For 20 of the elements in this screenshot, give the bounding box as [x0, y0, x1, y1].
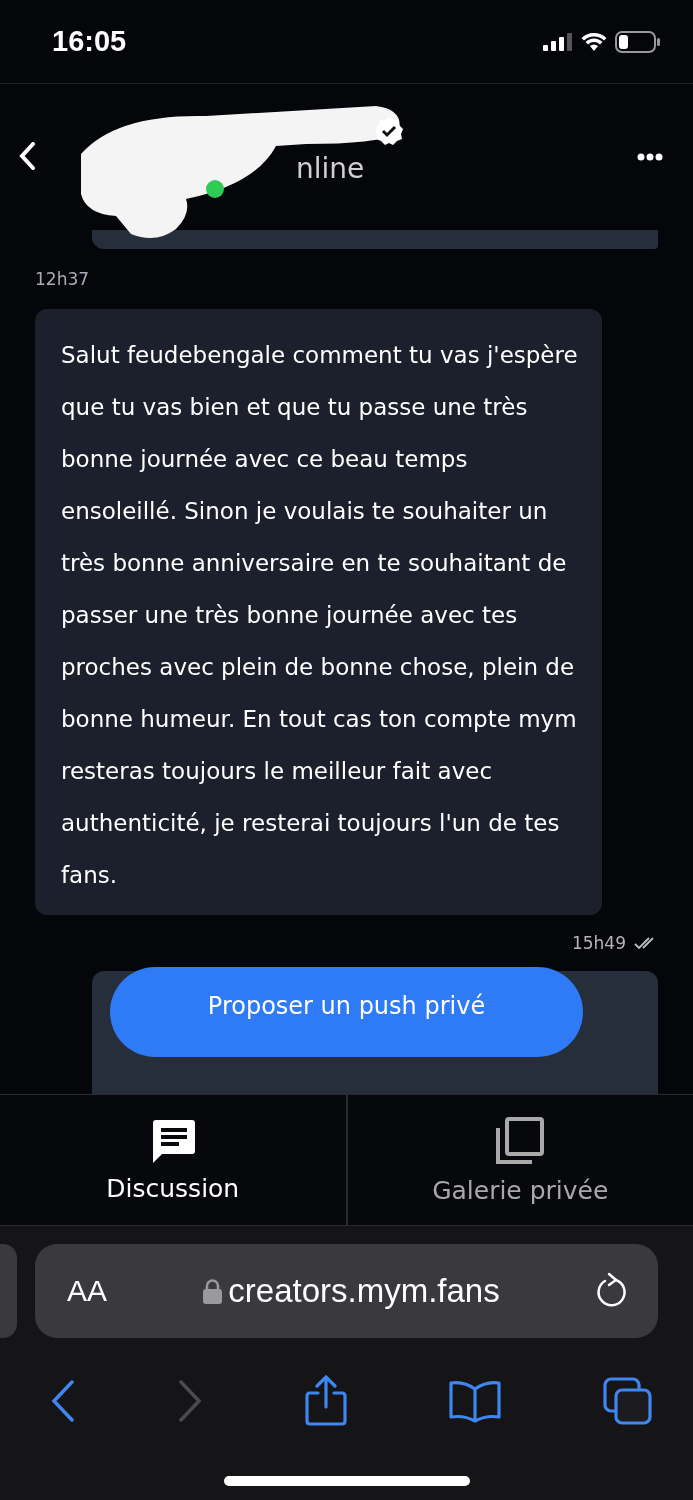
status-time: 16:05: [52, 25, 127, 58]
more-icon[interactable]: [637, 153, 663, 161]
wifi-icon: [581, 32, 607, 51]
text-size-button[interactable]: AA: [67, 1274, 108, 1308]
bookmarks-icon[interactable]: [448, 1379, 503, 1423]
message-time: 15h49: [571, 933, 626, 953]
tab[interactable]: Discussion: [0, 1095, 346, 1225]
url-text: creators.mym.fans: [228, 1272, 500, 1310]
message-time: 12h37: [35, 269, 91, 289]
battery-icon: [615, 30, 661, 53]
signal-icon: [543, 32, 573, 51]
lock-icon: [203, 1278, 223, 1304]
address-bar[interactable]: AA creators.mym.fans: [35, 1244, 658, 1338]
message-text: Salut feudebengale comment tu vas j'espère que tu vas bien et que tu passe une très bonne journée avec ce beau temps ensoleillé. Sinon je voulais te souhaiter un très bonne anniversaire en te souhaitant de passer une très bonne journée avec tes proches avec plein de bonne chose, plein de bonne humeur. En tout cas ton compte mym resteras toujours le meilleur fait avec authenticité, je resterai toujours l'un de tes fans.: [61, 341, 579, 890]
gallery-icon: [495, 1115, 546, 1166]
back-icon[interactable]: [18, 142, 36, 170]
tabs-icon[interactable]: [603, 1377, 653, 1425]
push-button[interactable]: Proposer un push privé: [110, 967, 583, 1057]
online-status: nline: [296, 152, 365, 185]
share-icon[interactable]: [303, 1375, 348, 1427]
